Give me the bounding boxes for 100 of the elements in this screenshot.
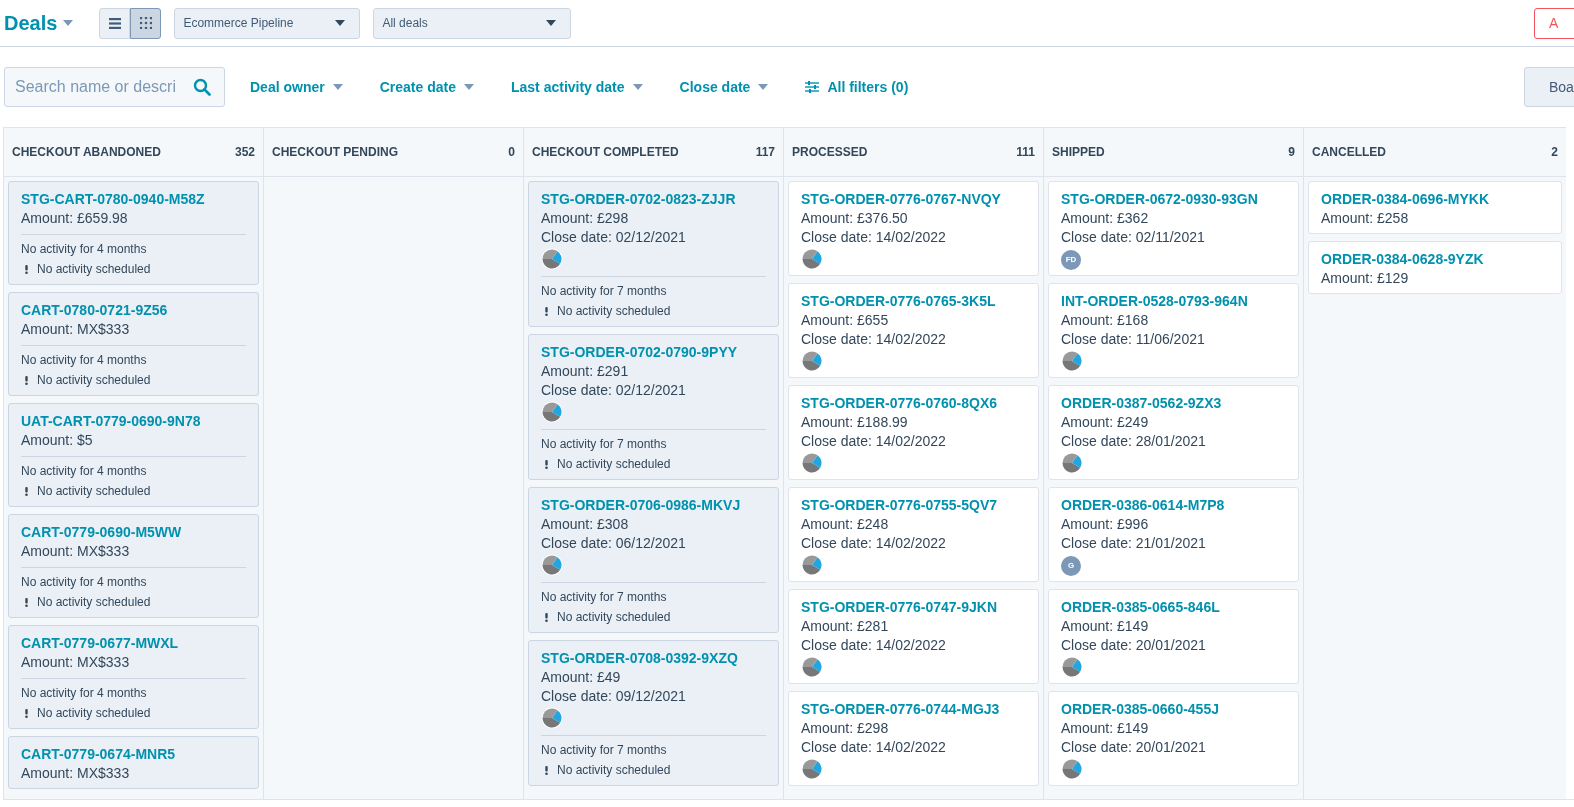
caret-icon	[758, 84, 769, 90]
close-date: Close date: 14/02/2022	[801, 636, 947, 655]
activity-text: No activity scheduled	[37, 261, 151, 278]
deal-name-link[interactable]: ORDER-0386-0614-M7P8	[1061, 496, 1286, 515]
deal-card[interactable]: ORDER-0384-0628-9YZK Amount: £129	[1308, 241, 1562, 294]
deal-card[interactable]: STG-ORDER-0776-0744-MGJ3 Amount: £298 Close date: 14/02/2022	[788, 691, 1039, 786]
deal-card[interactable]: ORDER-0387-0562-9ZX3 Amount: £249 Close date: 28/01/2021	[1048, 385, 1299, 480]
deal-name-link[interactable]: ORDER-0385-0660-455J	[1061, 700, 1286, 719]
caret-icon	[632, 84, 643, 90]
deal-card[interactable]: STG-ORDER-0672-0930-93GN Amount: £362 Close date: 02/11/2021 FD	[1048, 181, 1299, 276]
deal-name-link[interactable]: STG-ORDER-0706-0986-MKVJ	[541, 496, 766, 515]
deal-name-link[interactable]: CART-0779-0674-MNR5	[21, 745, 246, 764]
sliders-icon	[805, 81, 820, 93]
deal-card[interactable]: UAT-CART-0779-0690-9N78 Amount: $5 No activity for 4 months No activity scheduled	[8, 403, 259, 507]
deal-name-link[interactable]: ORDER-0384-0628-9YZK	[1321, 250, 1549, 269]
deal-name-link[interactable]: STG-ORDER-0672-0930-93GN	[1061, 190, 1286, 209]
search-icon	[193, 78, 211, 96]
deal-name-link[interactable]: STG-ORDER-0776-0760-8QX6	[801, 394, 1026, 413]
deal-card[interactable]: ORDER-0386-0614-M7P8 Amount: £996 Close date: 21/01/2021 G	[1048, 487, 1299, 582]
search-field[interactable]: Search name or descri	[4, 67, 225, 107]
activity-text: No activity for 7 months	[541, 283, 668, 300]
close-date: Close date: 14/02/2022	[801, 534, 947, 553]
filter-dropdown[interactable]: Create date	[379, 79, 474, 95]
deal-card[interactable]: CART-0779-0677-MWXL Amount: MX$333 No activity for 4 months No activity scheduled	[8, 625, 259, 729]
deal-card[interactable]: STG-ORDER-0702-0790-9PYY Amount: £291 Close date: 02/12/2021 No activity for 7 months No activity scheduled	[528, 334, 779, 480]
deal-card[interactable]: CART-0780-0721-9Z56 Amount: MX$333 No activity for 4 months No activity scheduled	[8, 292, 259, 396]
deal-name-link[interactable]: ORDER-0387-0562-9ZX3	[1061, 394, 1286, 413]
deal-name-link[interactable]: ORDER-0385-0665-846L	[1061, 598, 1286, 617]
caret-icon	[335, 20, 346, 26]
activity-text: No activity scheduled	[37, 705, 151, 722]
activity-text: No activity scheduled	[557, 762, 671, 779]
view-toggle-button[interactable]	[99, 7, 131, 39]
deal-card[interactable]: STG-ORDER-0776-0765-3K5L Amount: £655 Close date: 14/02/2022	[788, 283, 1039, 378]
deal-count: 111	[1016, 145, 1035, 159]
deal-name-link[interactable]: STG-ORDER-0776-0747-9JKN	[801, 598, 1026, 617]
caret-icon	[463, 84, 474, 90]
pie-chart-icon	[801, 554, 823, 576]
activity-text: No activity scheduled	[557, 303, 671, 320]
stage-name: CHECKOUT COMPLETED	[532, 145, 679, 159]
deal-name-link[interactable]: CART-0779-0677-MWXL	[21, 634, 246, 653]
deal-card[interactable]: ORDER-0384-0696-MYKK Amount: £258	[1308, 181, 1562, 234]
deal-amount: Amount: £149	[1061, 719, 1150, 738]
pie-chart-icon	[1061, 758, 1083, 780]
deal-card[interactable]: CART-0779-0674-MNR5 Amount: MX$333	[8, 736, 259, 789]
view-toggle-button[interactable]	[130, 7, 162, 39]
deal-amount: Amount: £298	[801, 719, 890, 738]
deal-name-link[interactable]: ORDER-0384-0696-MYKK	[1321, 190, 1549, 209]
deal-card[interactable]: ORDER-0385-0665-846L Amount: £149 Close date: 20/01/2021	[1048, 589, 1299, 684]
filter-dropdown[interactable]: Last activity date	[510, 79, 643, 95]
activity-text: No activity scheduled	[37, 594, 151, 611]
pie-chart-icon	[541, 707, 563, 729]
deal-card[interactable]: STG-CART-0780-0940-M58Z Amount: £659.98 No activity for 4 months No activity scheduled	[8, 181, 259, 285]
deal-name-link[interactable]: INT-ORDER-0528-0793-964N	[1061, 292, 1286, 311]
filter-dropdown[interactable]: Deal owner	[250, 79, 343, 95]
filter-dropdown[interactable]: Close date	[679, 79, 769, 95]
deal-name-link[interactable]: STG-ORDER-0776-0744-MGJ3	[801, 700, 1026, 719]
deal-count: 9	[1288, 145, 1295, 159]
activity-text: No activity for 4 months	[21, 685, 148, 702]
deal-name-link[interactable]: STG-ORDER-0702-0790-9PYY	[541, 343, 766, 362]
activity-text: No activity scheduled	[37, 372, 151, 389]
deal-card[interactable]: STG-ORDER-0702-0823-ZJJR Amount: £298 Close date: 02/12/2021 No activity for 7 months No activity scheduled	[528, 181, 779, 327]
close-date: Close date: 21/01/2021	[1061, 534, 1207, 553]
deal-name-link[interactable]: STG-ORDER-0776-0755-5QV7	[801, 496, 1026, 515]
deal-amount: Amount: £281	[801, 617, 890, 636]
deal-name-link[interactable]: STG-CART-0780-0940-M58Z	[21, 190, 246, 209]
alert-icon	[545, 612, 548, 622]
deal-name-link[interactable]: STG-ORDER-0702-0823-ZJJR	[541, 190, 766, 209]
all-filters-button[interactable]: All filters (0)	[805, 79, 909, 95]
close-date: Close date: 14/02/2022	[801, 330, 947, 349]
deal-amount: Amount: £376.50	[801, 209, 909, 228]
deal-amount: Amount: MX$333	[21, 653, 131, 672]
deal-name-link[interactable]: STG-ORDER-0776-0765-3K5L	[801, 292, 1026, 311]
pie-chart-icon	[801, 248, 823, 270]
deal-amount: Amount: £291	[541, 362, 630, 381]
close-date: Close date: 06/12/2021	[541, 534, 687, 553]
deal-amount: Amount: $5	[21, 431, 94, 450]
action-button[interactable]: A	[1534, 7, 1574, 39]
pipeline-dropdown[interactable]: Ecommerce Pipeline	[174, 7, 361, 39]
deal-card[interactable]: INT-ORDER-0528-0793-964N Amount: £168 Close date: 11/06/2021	[1048, 283, 1299, 378]
deal-card[interactable]: STG-ORDER-0706-0986-MKVJ Amount: £308 Close date: 06/12/2021 No activity for 7 months No activity scheduled	[528, 487, 779, 633]
deal-card[interactable]: STG-ORDER-0776-0755-5QV7 Amount: £248 Close date: 14/02/2022	[788, 487, 1039, 582]
alert-icon	[25, 708, 28, 718]
deal-name-link[interactable]: CART-0780-0721-9Z56	[21, 301, 246, 320]
deal-amount: Amount: £996	[1061, 515, 1150, 534]
deal-card[interactable]: STG-ORDER-0776-0760-8QX6 Amount: £188.99 Close date: 14/02/2022	[788, 385, 1039, 480]
activity-text: No activity for 4 months	[21, 463, 148, 480]
close-date: Close date: 20/01/2021	[1061, 636, 1207, 655]
deal-card[interactable]: ORDER-0385-0660-455J Amount: £149 Close date: 20/01/2021	[1048, 691, 1299, 786]
deal-card[interactable]: CART-0779-0690-M5WW Amount: MX$333 No activity for 4 months No activity scheduled	[8, 514, 259, 618]
board-options-button[interactable]: Boa	[1524, 67, 1574, 107]
deal-name-link[interactable]: STG-ORDER-0708-0392-9XZQ	[541, 649, 766, 668]
deal-card[interactable]: STG-ORDER-0776-0767-NVQY Amount: £376.50 Close date: 14/02/2022	[788, 181, 1039, 276]
view-dropdown[interactable]: All deals	[373, 7, 572, 39]
deal-amount: Amount: MX$333	[21, 320, 131, 339]
deal-card[interactable]: STG-ORDER-0776-0747-9JKN Amount: £281 Close date: 14/02/2022	[788, 589, 1039, 684]
stage-name: CANCELLED	[1312, 145, 1386, 159]
deal-card[interactable]: STG-ORDER-0708-0392-9XZQ Amount: £49 Close date: 09/12/2021 No activity for 7 months No activity scheduled	[528, 640, 779, 786]
deal-name-link[interactable]: STG-ORDER-0776-0767-NVQY	[801, 190, 1026, 209]
deal-name-link[interactable]: CART-0779-0690-M5WW	[21, 523, 246, 542]
deal-name-link[interactable]: UAT-CART-0779-0690-9N78	[21, 412, 246, 431]
